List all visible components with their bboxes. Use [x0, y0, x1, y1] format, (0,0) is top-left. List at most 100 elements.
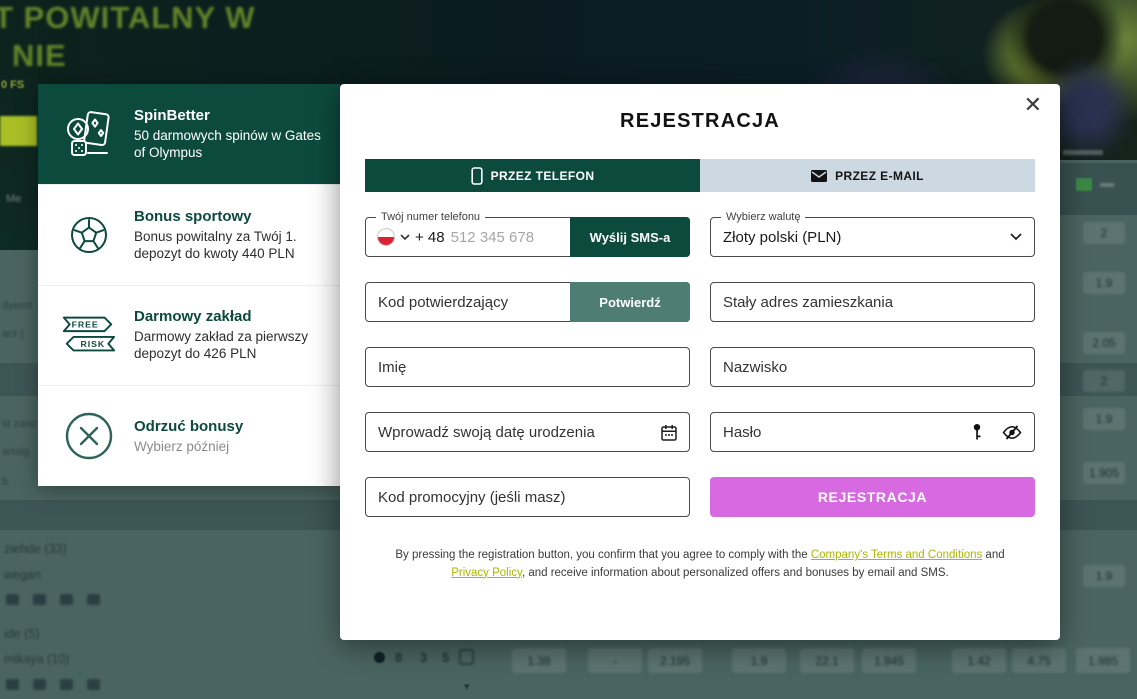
poland-flag-icon: [377, 228, 395, 246]
bg-headline-line1: T POWITALNY W: [0, 0, 256, 36]
soccer-ball-icon: [60, 206, 118, 264]
bg-fragment: dyemt: [2, 300, 32, 312]
bg-odds: 22.1: [800, 648, 854, 673]
bg-match-row: ziehde (33): [4, 542, 67, 556]
sidebar-item-spinbetter-bonus[interactable]: SpinBetter 50 darmowych spinów w Gates o…: [38, 84, 340, 184]
bg-match-row: wegan: [4, 568, 41, 582]
tab-label: PRZEZ TELEFON: [491, 169, 595, 183]
tab-by-email[interactable]: PRZEZ E-MAIL: [700, 159, 1035, 192]
ribbon-text-free: FREE: [72, 320, 99, 330]
birth-date-input[interactable]: [366, 424, 661, 441]
bg-pagination: 8: [395, 650, 402, 665]
bg-odds: 4.75: [1012, 648, 1066, 673]
bg-fragment: st zanz: [2, 418, 37, 430]
registration-modal: ✕ REJESTRACJA PRZEZ TELEFON PRZEZ E-MAIL: [340, 84, 1060, 640]
bg-fragment: arz (: [2, 328, 24, 340]
registration-form: Twój numer telefonu + 48 Wyślij SMS-a Wy…: [340, 217, 1060, 517]
close-icon[interactable]: ✕: [1020, 90, 1046, 120]
eye-off-icon[interactable]: [1002, 425, 1022, 440]
bg-live-indicator: [1076, 178, 1092, 191]
dial-code: + 48: [415, 229, 445, 246]
address-field: [710, 282, 1035, 322]
bg-cta-button-fragment: [0, 116, 37, 146]
bonus-description: 50 darmowych spinów w Gates of Olympus: [134, 127, 324, 161]
bg-odds: 1.9: [1083, 408, 1125, 430]
address-input[interactable]: [711, 294, 1034, 311]
currency-select[interactable]: Wybierz walutę Złoty polski (PLN): [710, 217, 1035, 257]
currency-select-label: Wybierz walutę: [721, 210, 805, 224]
bg-match-row: ide (5): [4, 627, 39, 641]
last-name-input[interactable]: [711, 359, 1034, 376]
password-input[interactable]: [711, 424, 972, 441]
bg-odds: 2: [1083, 222, 1125, 244]
bg-odds: 1.905: [1083, 462, 1125, 484]
key-icon: [972, 423, 982, 441]
bg-fragment: artalg: [2, 446, 30, 458]
bg-odds: 1.42: [952, 648, 1006, 673]
country-code-selector[interactable]: [366, 228, 410, 246]
bg-chevron-down-icon: ▾: [464, 680, 470, 693]
sidebar-item-sport-bonus[interactable]: Bonus sportowy Bonus powitalny za Twój 1…: [38, 184, 340, 285]
bg-odds: 1.9: [1083, 565, 1125, 587]
chevron-down-icon: [400, 234, 410, 240]
disclaimer-text: and: [982, 549, 1004, 561]
bg-fragment: b: [2, 476, 8, 488]
bg-odds: -: [588, 648, 642, 673]
bonus-title: Bonus sportowy: [134, 208, 324, 225]
terms-and-conditions-link[interactable]: Company's Terms and Conditions: [811, 549, 982, 561]
modal-title: REJESTRACJA: [340, 110, 1060, 133]
disclaimer-text: By pressing the registration button, you…: [395, 549, 811, 561]
terms-disclaimer: By pressing the registration button, you…: [355, 547, 1045, 583]
bg-text-smudge: [1100, 183, 1114, 187]
birth-date-field: [365, 412, 690, 452]
bonus-description: Bonus powitalny za Twój 1. depozyt do kw…: [134, 228, 324, 262]
free-risk-ribbons-icon: FREE RISK: [60, 306, 118, 364]
password-field: [710, 412, 1035, 452]
bg-odds: 1.9: [732, 648, 786, 673]
bonus-title: SpinBetter: [134, 107, 324, 124]
bg-market-icons: [6, 679, 100, 690]
phone-field-label: Twój numer telefonu: [376, 210, 485, 224]
bg-odds: 1.945: [862, 648, 916, 673]
chevron-down-icon: [1010, 233, 1022, 241]
envelope-icon: [811, 170, 827, 182]
calendar-icon[interactable]: [661, 424, 677, 441]
tab-label: PRZEZ E-MAIL: [835, 169, 924, 183]
last-name-field: [710, 347, 1035, 387]
privacy-policy-link[interactable]: Privacy Policy: [451, 567, 522, 579]
casino-chip-card-dice-icon: [60, 105, 118, 163]
bg-headline-line2: NIE: [12, 38, 67, 74]
bg-freespins-text: 0 FS: [1, 79, 24, 91]
promo-code-field: [365, 477, 690, 517]
bg-pagination: 5: [442, 650, 449, 665]
bg-odds: 1.38: [512, 648, 566, 673]
bg-pagination: 3: [420, 650, 427, 665]
phone-number-input[interactable]: [445, 229, 569, 246]
bg-match-row: mikaya (10): [4, 652, 69, 666]
bonus-description: Wybierz później: [134, 438, 324, 455]
bg-market-icons: [6, 594, 100, 605]
circle-x-icon: [60, 407, 118, 465]
bg-pagination-dot: [374, 652, 385, 663]
bonus-sidebar: SpinBetter 50 darmowych spinów w Gates o…: [38, 84, 340, 486]
bonus-title: Odrzuć bonusy: [134, 418, 324, 435]
bg-pagination-box: [459, 649, 474, 665]
phone-icon: [471, 167, 483, 185]
bg-odds: 2: [1083, 370, 1125, 392]
registration-submit-button[interactable]: REJESTRACJA: [710, 477, 1035, 517]
tab-by-phone[interactable]: PRZEZ TELEFON: [365, 159, 700, 192]
first-name-input[interactable]: [366, 359, 689, 376]
bg-odds: 2.195: [648, 648, 702, 673]
bg-odds: 1.9: [1083, 272, 1125, 294]
bg-odds: 1.985: [1076, 648, 1130, 673]
send-sms-button[interactable]: Wyślij SMS-a: [570, 217, 690, 257]
sidebar-item-reject-bonuses[interactable]: Odrzuć bonusy Wybierz później: [38, 385, 340, 486]
promo-code-input[interactable]: [366, 489, 689, 506]
phone-number-field: Twój numer telefonu + 48 Wyślij SMS-a: [365, 217, 690, 257]
bonus-description: Darmowy zakład za pierwszy depozyt do 42…: [134, 328, 324, 362]
sidebar-item-free-bet[interactable]: FREE RISK Darmowy zakład Darmowy zakład …: [38, 285, 340, 386]
first-name-field: [365, 347, 690, 387]
confirmation-code-input[interactable]: [366, 294, 569, 311]
confirm-code-button[interactable]: Potwierdź: [570, 282, 690, 322]
currency-selected-value: Złoty polski (PLN): [711, 229, 1010, 246]
